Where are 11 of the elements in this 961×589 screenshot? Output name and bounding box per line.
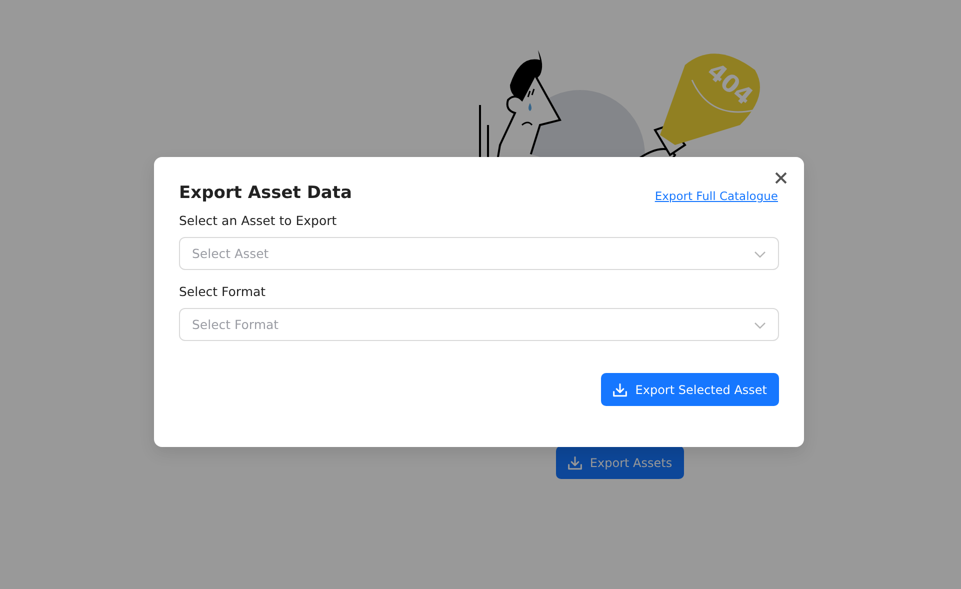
export-catalogue-link[interactable]: Export Full Catalogue — [654, 189, 778, 203]
field-label: Select Format — [179, 284, 267, 299]
select-field[interactable]: Select Format — [179, 308, 779, 341]
close-button[interactable] — [774, 171, 788, 185]
dialog-title: Export Asset Data — [179, 183, 352, 203]
download-icon — [568, 456, 582, 470]
export-assets-button[interactable]: Export Assets — [556, 446, 684, 479]
field-label: Select an Asset to Export — [179, 213, 338, 228]
download-icon — [613, 382, 628, 396]
select-field[interactable]: Select Asset — [179, 237, 779, 270]
export-selected-button[interactable]: Export Selected Asset — [601, 373, 779, 406]
